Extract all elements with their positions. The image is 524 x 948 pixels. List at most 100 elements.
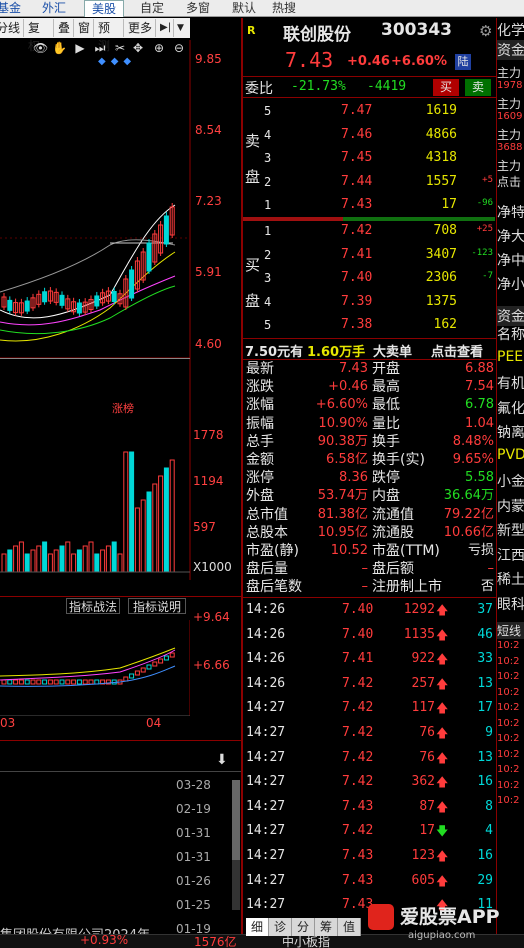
stat-value: 10.90% (318, 415, 368, 431)
tab-diagnose[interactable]: 诊 (269, 918, 292, 936)
chevron-down-icon[interactable]: ▼ (175, 19, 190, 37)
buys-row[interactable]: 3 7.40 2306 -7 (243, 266, 496, 290)
sidebar-short-item: 10:2 (497, 640, 520, 651)
sidebar-concept[interactable]: 内蒙 (497, 496, 524, 516)
arrow-up-icon: 🡅 (436, 799, 449, 814)
stat-label: 金额 (246, 452, 274, 468)
news-scrollbar-thumb[interactable] (232, 780, 240, 860)
tab-forex[interactable]: 外汇 (34, 0, 74, 17)
tab-us-stocks[interactable]: 美股 (84, 0, 124, 17)
indicator-help-button[interactable]: 指标说明 (128, 598, 186, 614)
tick-time: 14:27 (246, 700, 286, 716)
tick-row: 14:27 7.43 123 🡅 16 (243, 844, 496, 868)
tab-chips[interactable]: 筹 (315, 918, 338, 936)
tab-value[interactable]: 值 (338, 918, 361, 936)
toolbar-minute-line[interactable]: 分线 (0, 19, 24, 37)
toolbar-more[interactable]: 更多 (126, 19, 156, 37)
tick-row: 14:27 7.43 605 🡅 29 (243, 869, 496, 893)
tab-fund[interactable]: 基金 (0, 0, 26, 17)
price-axis-label: 4.60 (195, 337, 222, 351)
stock-change-pct: +6.60% (391, 54, 447, 69)
sidebar-tab[interactable]: 资金 (497, 40, 524, 60)
sidebar-concept[interactable]: 江西 (497, 545, 524, 565)
indicator-strategy-button[interactable]: 指标战法 (66, 598, 120, 614)
volume-bar (163, 467, 169, 573)
buy-button[interactable]: 买 (433, 79, 459, 96)
sidebar-short-item: 10:2 (497, 795, 520, 806)
tick-price: 7.43 (342, 872, 374, 888)
candle (111, 290, 117, 302)
tick-price: 7.43 (342, 848, 374, 863)
sidebar-concept[interactable]: 钠离 (497, 422, 524, 442)
stock-price: 7.43 (285, 48, 334, 72)
gear-icon[interactable]: ⚙ (479, 22, 492, 40)
stat-value: 1.04 (465, 415, 494, 431)
toolbar-predict[interactable]: 预测 (96, 19, 124, 53)
sidebar-concept[interactable]: 眼科 (497, 594, 524, 614)
volume-axis-label: 597 (193, 520, 216, 534)
stat-label: 跌停 (372, 470, 400, 487)
stat-value: 8.48% (452, 433, 494, 449)
sidebar-concept[interactable]: 新型 (497, 520, 524, 540)
stat-label: 内盘 (372, 488, 400, 505)
tick-count: 4 (485, 823, 493, 839)
tab-detail[interactable]: 细 (246, 918, 269, 936)
toolbar-window[interactable]: 窗 (76, 19, 94, 37)
sidebar-concept[interactable]: 氟化 (497, 398, 524, 418)
toolbar-overlay[interactable]: 叠 (56, 19, 74, 37)
buys-row[interactable]: 1 7.42 708 +25 (243, 219, 496, 243)
tab-hot-search[interactable]: 热搜 (266, 0, 302, 17)
news-date: 01-31 (176, 826, 211, 840)
big-order-link[interactable]: 点击查看 (431, 341, 483, 360)
indicator-chart[interactable] (0, 620, 190, 716)
sidebar-concept[interactable]: 小金 (497, 471, 524, 491)
collapse-icon[interactable]: ▶| (158, 19, 174, 37)
stat-value: 亏损 (467, 543, 494, 558)
sells-row[interactable]: 5 7.47 1619 (243, 99, 496, 123)
buys-row[interactable]: 5 7.38 162 (243, 313, 496, 337)
sidebar-short-label[interactable]: 短线 (497, 622, 524, 639)
order-volume: 162 (433, 317, 457, 332)
big-order-row[interactable]: 7.50元有 1.60万手 大卖单 点击查看 (243, 338, 496, 360)
buys-row[interactable]: 4 7.39 1375 (243, 290, 496, 314)
sidebar-concept[interactable]: 稀土 (497, 569, 524, 589)
toolbar-adjust[interactable]: 复权 (26, 19, 54, 53)
tab-multi-window[interactable]: 多窗 (180, 0, 216, 17)
sidebar-concept[interactable]: 名称 (497, 324, 524, 344)
sells-row[interactable]: 3 7.45 4318 (243, 146, 496, 170)
sell-button[interactable]: 卖 (465, 79, 491, 96)
tab-custom[interactable]: 自定 (134, 0, 170, 17)
buys-row[interactable]: 2 7.41 3407 -123 (243, 243, 496, 267)
stat-label: 总市值 (246, 506, 288, 523)
indicator-candle (158, 658, 164, 664)
tick-price: 7.41 (342, 651, 374, 667)
sells-row[interactable]: 1 7.43 17 -96 (243, 193, 496, 217)
sidebar-concept[interactable]: PVD (497, 447, 524, 463)
tick-row: 14:27 7.43 87 🡅 8 (243, 795, 496, 819)
stat-value: +6.60% (315, 397, 368, 413)
x-axis-label: 03 (0, 716, 16, 730)
stat-label: 最新 (246, 361, 274, 377)
volume-bar (111, 541, 117, 573)
download-icon[interactable]: ⬇ (216, 752, 228, 768)
level: 4 (264, 294, 272, 309)
r-badge: R (247, 24, 256, 37)
tab-default[interactable]: 默认 (226, 0, 262, 17)
level: 1 (264, 198, 272, 212)
sells-row[interactable]: 4 7.46 4866 (243, 123, 496, 147)
news-date: 01-31 (176, 850, 211, 864)
sidebar-concept[interactable]: PEE (497, 349, 524, 365)
sells-row[interactable]: 2 7.44 1557 +5 (243, 170, 496, 194)
candle (7, 299, 13, 311)
tick-count: 37 (477, 602, 493, 617)
sidebar-concept-tab[interactable]: 资金 (497, 306, 524, 326)
tick-time: 14:26 (246, 651, 286, 667)
stock-code: 300343 (381, 20, 452, 40)
kline-candles (1, 203, 175, 316)
market-badge: 陆 (455, 54, 471, 70)
tab-minute[interactable]: 分 (292, 918, 315, 936)
level: 2 (264, 174, 272, 189)
order-volume: 1619 (425, 103, 457, 118)
sidebar-concept[interactable]: 有机 (497, 373, 524, 393)
right-sidebar: 化学 资金 主力 1978 主力 1609 主力 3688 主力 点击 净特 净大 净中 净小 资金… (497, 18, 524, 934)
